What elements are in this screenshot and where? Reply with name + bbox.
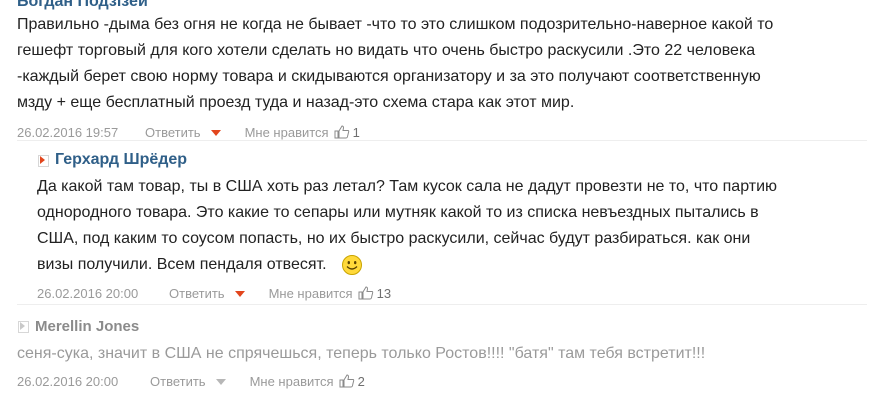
comment-2-author-link[interactable]: Герхард Шрёдер	[55, 151, 187, 169]
comment-3-author-row: Merellin Jones	[17, 315, 867, 337]
comment-2-reply-link[interactable]: Ответить	[169, 286, 225, 301]
divider	[17, 304, 867, 305]
caret-down-icon[interactable]	[215, 379, 226, 385]
comment-1-like-count: 1	[352, 124, 360, 140]
comment-1-meta: 26.02.2016 19:57 Ответить Мне нравится 1	[17, 122, 867, 142]
comment-3: Merellin Jones сеня-сука, значит в США н…	[17, 315, 867, 391]
comment-1-text-line: гешефт торговый для кого хотели сделать …	[17, 42, 756, 59]
comment-2-author-row: Герхард Шрёдер	[37, 149, 867, 171]
thumbs-up-icon[interactable]	[358, 286, 374, 300]
divider	[17, 140, 867, 141]
comment-2-text-line: однородного товара. Это какие то сепары …	[37, 204, 759, 221]
comment-3-text-line: сеня-сука, значит в США не спрячешься, т…	[17, 345, 706, 362]
comment-2-last-line: визы получили. Всем пендаля отвесят.	[37, 252, 867, 278]
comment-3-date: 26.02.2016 20:00	[17, 373, 119, 389]
comment-2-date: 26.02.2016 20:00	[37, 285, 139, 301]
comment-3-reply-link[interactable]: Ответить	[150, 374, 206, 389]
comment-2-text-line: Да какой там товар, ты в США хоть раз ле…	[37, 178, 778, 195]
comment-2-likes-label: Мне нравится	[268, 285, 353, 301]
comment-2-text-line: визы получили. Всем пендаля отвесят.	[37, 256, 327, 273]
thumbs-up-icon[interactable]	[334, 125, 350, 139]
comment-2-meta: 26.02.2016 20:00 Ответить Мне нравится 1…	[37, 283, 867, 303]
thumbs-up-icon[interactable]	[339, 374, 355, 388]
caret-down-icon[interactable]	[234, 291, 245, 297]
comment-1: Богдан Подзізей Правильно -дыма без огня…	[17, 0, 867, 142]
comment-3-likes-label: Мне нравится	[249, 373, 334, 389]
comment-1-date: 26.02.2016 19:57	[17, 124, 119, 140]
arrow-right-icon	[37, 154, 49, 167]
comment-3-meta: 26.02.2016 20:00 Ответить Мне нравится 2	[17, 371, 867, 391]
comment-3-like-count: 2	[357, 373, 365, 389]
comment-1-text-line: мзду + еще бесплатный проезд туда и наза…	[17, 94, 575, 111]
comment-2-text-line: США, под каким то соусом попасть, но их …	[37, 230, 751, 247]
comment-2: Герхард Шрёдер Да какой там товар, ты в …	[37, 149, 867, 303]
caret-down-icon[interactable]	[210, 130, 221, 136]
comment-1-text-line: -каждый берет свою норму товара и скидыв…	[17, 68, 761, 85]
arrow-right-icon	[17, 320, 29, 333]
comment-1-text: Правильно -дыма без огня не когда не быв…	[17, 12, 867, 116]
comment-1-likes-label: Мне нравится	[244, 124, 329, 140]
comment-1-reply-link[interactable]: Ответить	[145, 125, 201, 140]
comment-1-text-line: Правильно -дыма без огня не когда не быв…	[17, 16, 774, 33]
comment-1-author-link[interactable]: Богдан Подзізей	[17, 0, 148, 11]
smiley-icon	[342, 254, 363, 275]
comment-2-like-count: 13	[376, 285, 392, 301]
comment-3-author-link[interactable]: Merellin Jones	[35, 318, 139, 335]
comment-2-text: Да какой там товар, ты в США хоть раз ле…	[37, 174, 867, 278]
comment-3-text: сеня-сука, значит в США не спрячешься, т…	[17, 341, 867, 367]
